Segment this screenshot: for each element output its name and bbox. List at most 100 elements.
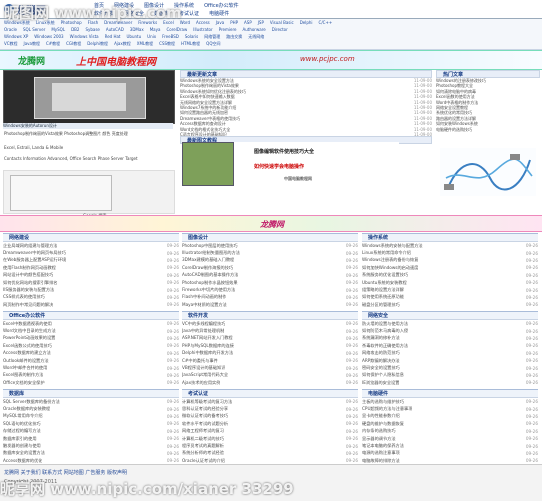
category-link[interactable]: PHP <box>230 20 238 26</box>
category-link[interactable]: Oracle <box>4 27 17 32</box>
category-item[interactable]: 笔记本电脑的保养方法 09-26 <box>362 442 538 449</box>
category-link[interactable]: Sybase <box>85 27 99 32</box>
category-item[interactable]: 使用Flash制作网页动画教程 09-26 <box>3 264 179 271</box>
category-link[interactable]: C#教程 <box>46 41 60 47</box>
category-item-title[interactable]: 使用Flash制作网页动画教程 <box>3 265 56 271</box>
category-item-title[interactable]: VB程序设计的基础知识 <box>182 365 225 371</box>
category-item-title[interactable]: 组策略的设置方法详解 <box>362 287 404 293</box>
category-item[interactable]: Word文档中目录的生成方法 09-26 <box>3 327 179 334</box>
category-item[interactable]: 企业局域网的组建与管理方法 09-26 <box>3 242 179 249</box>
category-item-title[interactable]: 防火墙的设置与使用方法 <box>362 321 408 327</box>
category-item[interactable]: Flash中补间动画的制作 09-26 <box>182 294 358 301</box>
category-item[interactable]: 程序员考试的真题解析 09-26 <box>182 442 358 449</box>
category-item[interactable]: CSS样式表的使用技巧 09-26 <box>3 294 179 301</box>
category-item[interactable]: Linux系统的常用命令介绍 09-26 <box>362 249 538 256</box>
category-item-title[interactable]: 思科认证考试的经验分享 <box>182 406 228 412</box>
category-item-title[interactable]: 数据库索引的使用 <box>3 436 37 442</box>
category-item-title[interactable]: 如何加快Windows的启动速度 <box>362 265 418 271</box>
category-item-title[interactable]: Access数据库的建立方法 <box>3 350 51 356</box>
category-item[interactable]: Excel中数据透视表的使用 09-26 <box>3 320 179 327</box>
category-item-title[interactable]: 触发器的创建与使用 <box>3 443 41 449</box>
category-item[interactable]: 计算机二级考试的技巧 09-26 <box>182 435 358 442</box>
category-item-title[interactable]: Illustrator绘制矢量图形的方法 <box>182 250 240 256</box>
category-item-title[interactable]: 网络攻击的防范技巧 <box>362 350 400 356</box>
category-item-title[interactable]: 3DMax建模的基础入门教程 <box>182 257 234 263</box>
category-item[interactable]: 系统漏洞的修补方法 09-26 <box>362 335 538 342</box>
category-link[interactable]: Maya <box>150 27 161 32</box>
category-link[interactable]: Java教程 <box>24 41 40 47</box>
category-item-title[interactable]: IIS服务器的安装与配置方法 <box>3 287 54 293</box>
nav-link[interactable]: Office办公软件 <box>204 2 239 9</box>
category-item-title[interactable]: Word文档中目录的生成方法 <box>3 328 56 334</box>
category-item[interactable]: Ajax技术的应用实例 09-26 <box>182 379 358 386</box>
category-item-title[interactable]: 网页制作中常见问题的解决 <box>3 302 53 308</box>
category-item[interactable]: Photoshop中图层的使用技巧 09-26 <box>182 242 358 249</box>
category-item[interactable]: 3DMax建模的基础入门教程 09-26 <box>182 257 358 264</box>
category-link[interactable]: Windows 2003 <box>34 34 63 40</box>
category-item-title[interactable]: Maya中材质的设置方法 <box>182 302 227 308</box>
category-item[interactable]: Dreamweaver中的网页布局技巧 09-26 <box>3 249 179 256</box>
promo-strip[interactable]: 龙腾网 <box>0 215 542 232</box>
category-item-title[interactable]: 计算机二级考试的技巧 <box>182 436 224 442</box>
category-item[interactable]: 系统服务的优化设置技巧 09-26 <box>362 272 538 279</box>
category-item[interactable]: Illustrator绘制矢量图形的方法 09-26 <box>182 249 358 256</box>
left-caption-1[interactable]: Photoshop制作绚丽的Vista效果 Photoshop调整图片 颜色 亮… <box>4 131 172 137</box>
category-link[interactable]: QQ空间 <box>206 41 220 47</box>
category-item-title[interactable]: 主板的选购与维护技巧 <box>362 399 404 405</box>
category-item[interactable]: SQL语句的优化技巧 09-26 <box>3 420 179 427</box>
category-item[interactable]: 网络工程师考试的复习 09-26 <box>182 428 358 435</box>
category-item-title[interactable]: CorelDraw制作海报的技巧 <box>182 265 233 271</box>
category-item-title[interactable]: Java中的异常处理机制 <box>182 328 224 334</box>
category-link[interactable]: Ubuntu <box>127 34 142 40</box>
category-link[interactable]: DB2 <box>71 27 79 32</box>
category-item[interactable]: MySQL常用命令介绍 09-26 <box>3 413 179 420</box>
category-item[interactable]: 如何使用系统还原功能 09-26 <box>362 294 538 301</box>
category-link[interactable]: Windows Vista <box>70 34 99 40</box>
category-link[interactable]: Premiere <box>219 27 237 32</box>
category-item-title[interactable]: SQL Server数据库的备份方法 <box>3 399 60 405</box>
category-item[interactable]: 数据库安全的设置方法 09-26 <box>3 450 179 457</box>
category-item[interactable]: 硬盘的维护与数据恢复 09-26 <box>362 420 538 427</box>
category-section-title[interactable]: 操作系统 <box>368 234 388 241</box>
category-item-title[interactable]: MySQL常用命令介绍 <box>3 413 43 419</box>
category-item[interactable]: 在Web服务器上配置ASP运行环境 09-26 <box>3 257 179 264</box>
category-item[interactable]: PHP与MySQL数据库的连接 09-26 <box>182 342 358 349</box>
category-item-title[interactable]: JavaScript常用代码大全 <box>182 372 228 378</box>
category-link[interactable]: FreeBSD <box>162 34 179 40</box>
category-item-title[interactable]: PHP与MySQL数据库的连接 <box>182 343 234 349</box>
category-item-title[interactable]: ARP欺骗的解决办法 <box>362 358 400 364</box>
category-link[interactable]: ASP <box>244 20 252 26</box>
category-item-title[interactable]: 如何使用系统还原功能 <box>362 294 404 300</box>
category-item-title[interactable]: 网站设计中的颜色搭配技巧 <box>3 272 53 278</box>
category-item-title[interactable]: 显卡的性能参数介绍 <box>362 413 400 419</box>
category-item-title[interactable]: 如何保护个人隐私信息 <box>362 372 404 378</box>
category-link[interactable]: Solaris <box>185 34 198 40</box>
category-item[interactable]: Oracle数据库的安装教程 09-26 <box>3 405 179 412</box>
featured-caption[interactable]: Windows安装的Autorun设计 <box>3 123 57 128</box>
category-link[interactable]: Windows XP <box>4 34 28 40</box>
category-item[interactable]: 主板的选购与维护技巧 09-26 <box>362 398 538 405</box>
category-section-title[interactable]: Office办公软件 <box>9 312 45 319</box>
category-link[interactable]: Director <box>272 27 288 32</box>
category-item[interactable]: 系统分析师的考试经验 09-26 <box>182 450 358 457</box>
category-item-title[interactable]: C#中的委托与事件 <box>182 358 218 364</box>
category-link[interactable]: CorelDraw <box>166 27 187 32</box>
category-item[interactable]: CorelDraw制作海报的技巧 09-26 <box>182 264 358 271</box>
hot-article-item[interactable]: 电脑硬件的选购技巧 <box>436 127 540 132</box>
category-item-title[interactable]: 计算机等级考试的复习方法 <box>182 399 232 405</box>
category-link[interactable]: MySQL <box>51 27 65 32</box>
category-item[interactable]: 网络攻击的防范技巧 09-26 <box>362 350 538 357</box>
category-item-title[interactable]: 系统漏洞的修补方法 <box>362 335 400 341</box>
category-item[interactable]: VC中的多线程编程技巧 09-26 <box>182 320 358 327</box>
category-item-title[interactable]: 网络工程师考试的复习 <box>182 428 224 434</box>
category-item-title[interactable]: 数据库安全的设置方法 <box>3 450 45 456</box>
category-item[interactable]: Photoshop制作水晶按钮效果 09-26 <box>182 279 358 286</box>
category-item[interactable]: ASP.NET网站开发入门教程 09-26 <box>182 335 358 342</box>
category-item[interactable]: 显示器的调节方法 09-26 <box>362 435 538 442</box>
category-item-title[interactable]: Access数据库的优化 <box>3 458 42 464</box>
category-link[interactable]: Illustrator <box>193 27 212 32</box>
category-item-title[interactable]: 程序员考试的真题解析 <box>182 443 224 449</box>
category-item-title[interactable]: 软件水平考试的试题分析 <box>182 421 228 427</box>
category-item[interactable]: 微软认证考试的备考技巧 09-26 <box>182 413 358 420</box>
category-item[interactable]: IIS服务器的安装与配置方法 09-26 <box>3 286 179 293</box>
